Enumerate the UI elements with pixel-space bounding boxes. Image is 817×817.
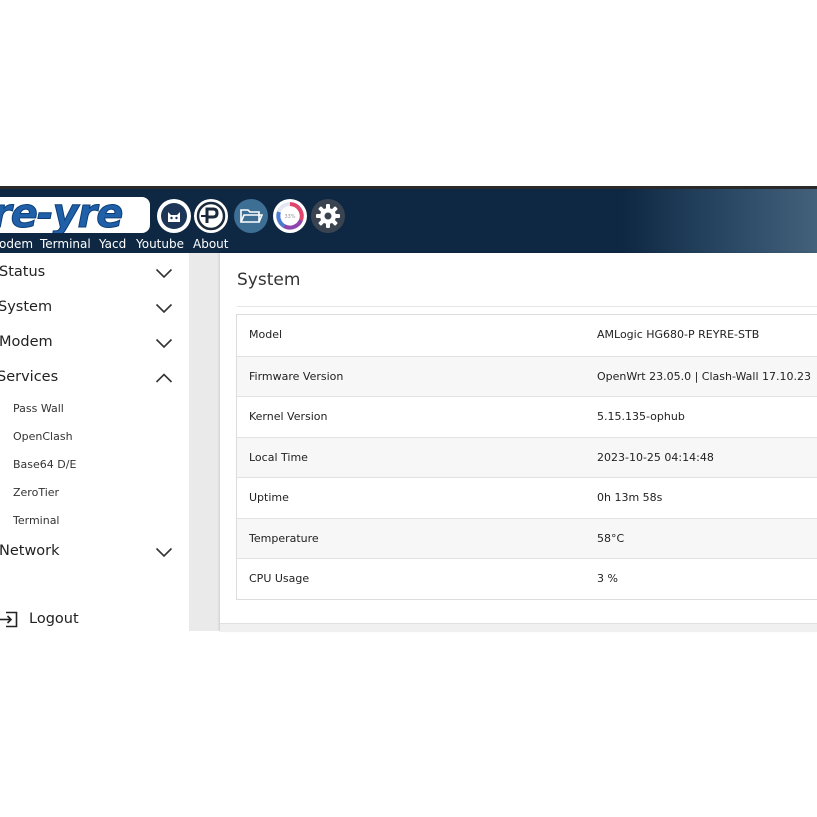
clash-cat-icon[interactable]	[157, 199, 191, 233]
brand-logo-text: re-yre	[0, 197, 124, 233]
menu-about-link[interactable]: About	[193, 237, 228, 251]
chevron-down-icon	[155, 547, 173, 558]
sidebar-item-modem[interactable]: Modem	[0, 330, 189, 360]
sidebar-item-label: System	[0, 299, 53, 315]
title-divider	[237, 306, 817, 307]
sidebar-item-label: Modem	[0, 334, 53, 350]
row-key: Temperature	[249, 531, 319, 545]
row-value: 0h 13m 58s	[597, 491, 663, 504]
logout-icon	[0, 611, 18, 628]
table-row: CPU Usage 3 %	[237, 558, 817, 599]
menu-modem-link[interactable]: odem	[0, 237, 33, 251]
table-row: Firmware Version OpenWrt 23.05.0 | Clash…	[237, 355, 817, 396]
row-key: Kernel Version	[249, 410, 328, 423]
table-row: Local Time 2023-10-25 04:14:48	[237, 436, 817, 477]
chevron-down-icon	[155, 338, 173, 349]
section-footer-divider	[220, 623, 817, 632]
table-row: Kernel Version 5.15.135-ophub	[237, 396, 817, 437]
monitor-dial-text: 33%	[284, 214, 295, 220]
table-row: Uptime 0h 13m 58s	[237, 477, 817, 518]
brand-logo[interactable]: re-yre	[0, 197, 150, 233]
table-row: Model AMLogic HG680-P REYRE-STB	[237, 315, 817, 356]
chevron-down-icon	[155, 268, 173, 279]
system-info-table: Model AMLogic HG680-P REYRE-STB Firmware…	[236, 314, 817, 600]
row-key: Local Time	[249, 450, 308, 464]
row-key: Uptime	[249, 491, 289, 504]
folder-icon[interactable]	[234, 199, 268, 233]
menu-yacd-link[interactable]: Yacd	[99, 237, 126, 251]
row-value: 3 %	[597, 572, 618, 585]
row-key: CPU Usage	[249, 572, 310, 585]
chevron-down-icon	[155, 303, 173, 314]
menu-terminal-link[interactable]: Terminal	[40, 237, 91, 251]
sidebar-subitem-passwall[interactable]: Pass Wall	[13, 402, 64, 415]
passwall-p-icon[interactable]	[194, 199, 228, 233]
row-value: AMLogic HG680-P REYRE-STB	[597, 328, 760, 341]
sidebar-item-label: Status	[0, 264, 46, 280]
sidebar-subitem-terminal[interactable]: Terminal	[13, 514, 60, 527]
sidebar-subitem-zerotier[interactable]: ZeroTier	[13, 486, 59, 499]
sidebar-nav: Status System Modem Services Pass Wall O…	[0, 253, 189, 631]
top-header-bar: re-yre 33% odem Terminal Yacd Youtube Ab…	[0, 186, 817, 253]
main-content: System Model AMLogic HG680-P REYRE-STB F…	[220, 253, 817, 632]
sidebar-subitem-base64[interactable]: Base64 D/E	[13, 458, 76, 471]
monitor-dial-icon[interactable]: 33%	[273, 199, 307, 233]
row-value: 58°C	[597, 531, 625, 545]
sidebar-subitem-openclash[interactable]: OpenClash	[13, 430, 73, 443]
row-key: Firmware Version	[249, 369, 344, 383]
page-title: System	[237, 270, 301, 290]
sidebar-item-label: Network	[0, 543, 60, 559]
table-row: Temperature 58°C	[237, 517, 817, 558]
gear-icon[interactable]	[311, 199, 345, 233]
sidebar-item-status[interactable]: Status	[0, 260, 189, 290]
sidebar-item-network[interactable]: Network	[0, 539, 189, 569]
logout-label: Logout	[29, 611, 79, 627]
row-value: OpenWrt 23.05.0 | Clash-Wall 17.10.23	[597, 369, 811, 383]
row-value: 2023-10-25 04:14:48	[597, 450, 714, 464]
menu-youtube-link[interactable]: Youtube	[136, 237, 184, 251]
sidebar-item-services[interactable]: Services	[0, 365, 189, 395]
sidebar-item-label: Services	[0, 369, 59, 385]
sidebar-gutter	[189, 253, 220, 631]
row-value: 5.15.135-ophub	[597, 410, 685, 423]
sidebar-item-system[interactable]: System	[0, 295, 189, 325]
chevron-up-icon	[155, 373, 173, 383]
row-key: Model	[249, 328, 283, 341]
